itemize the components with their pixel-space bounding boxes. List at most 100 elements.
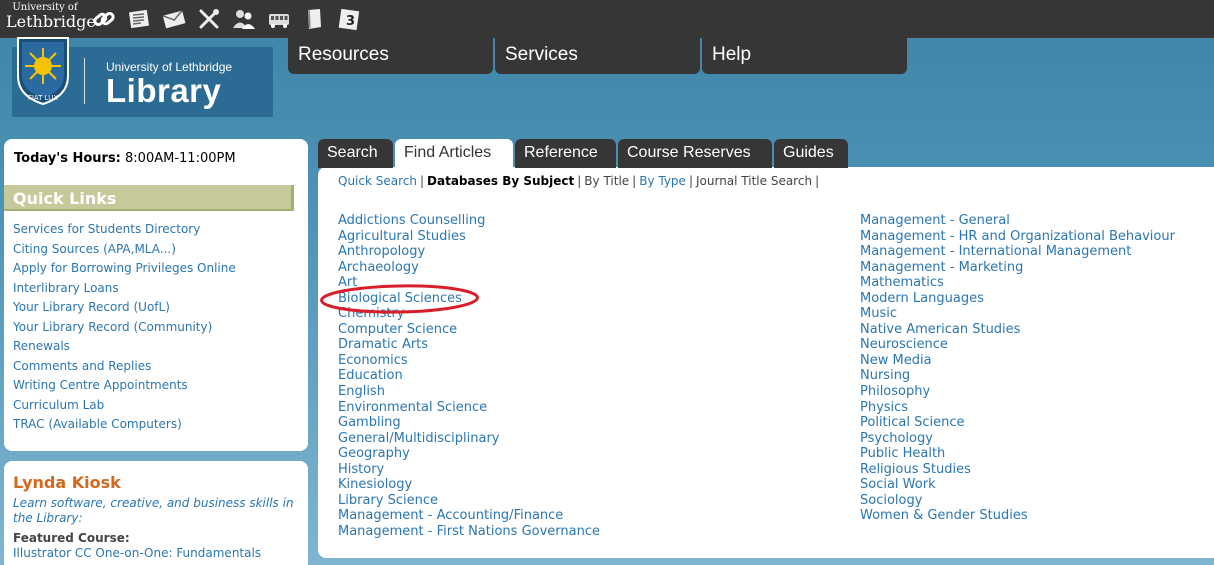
subject-link[interactable]: Library Science [338, 493, 600, 509]
subnav-by-type[interactable]: By Type [639, 174, 686, 188]
subject-link[interactable]: Political Science [860, 415, 1175, 431]
tab-find-articles[interactable]: Find Articles [395, 139, 513, 169]
subject-link[interactable]: Education [338, 368, 600, 384]
book-icon[interactable] [302, 7, 326, 31]
subject-link[interactable]: Religious Studies [860, 462, 1175, 478]
subject-link[interactable]: Physics [860, 400, 1175, 416]
subject-link[interactable]: Management - International Management [860, 244, 1175, 260]
tab-label: Reference [524, 144, 598, 161]
subnav-separator: | [632, 174, 637, 188]
quick-link[interactable]: TRAC (Available Computers) [13, 417, 236, 437]
newspaper-icon[interactable] [127, 7, 151, 31]
quick-link[interactable]: Writing Centre Appointments [13, 378, 236, 398]
subnav-separator: | [815, 174, 820, 188]
tab-course-reserves[interactable]: Course Reserves [618, 139, 772, 168]
tab-label: Guides [783, 144, 834, 161]
kiosk-featured-course[interactable]: Illustrator CC One-on-One: Fundamentals [13, 546, 261, 560]
calendar-day: 3 [346, 14, 355, 29]
subnav-by-title[interactable]: By Title [584, 174, 629, 188]
subject-link[interactable]: Sociology [860, 493, 1175, 509]
subject-link[interactable]: Dramatic Arts [338, 337, 600, 353]
quick-links-title: Quick Links [13, 189, 117, 208]
tool-icons: 3 [92, 7, 361, 31]
tab-guides[interactable]: Guides [774, 139, 848, 168]
university-wordmark[interactable]: University of Lethbridge [6, 3, 96, 31]
subject-link[interactable]: Archaeology [338, 260, 600, 276]
subject-link[interactable]: Social Work [860, 477, 1175, 493]
quick-link[interactable]: Renewals [13, 339, 236, 359]
subnav-databases-by-subject[interactable]: Databases By Subject [427, 174, 574, 188]
subject-link[interactable]: Management - First Nations Governance [338, 524, 600, 540]
tab-search[interactable]: Search [318, 139, 393, 168]
subject-link[interactable]: Management - General [860, 213, 1175, 229]
tab-label: Course Reserves [627, 144, 751, 161]
nav-resources-label: Resources [298, 44, 389, 65]
subject-link[interactable]: Public Health [860, 446, 1175, 462]
hours-value: 8:00AM-11:00PM [125, 151, 236, 166]
subject-link[interactable]: Geography [338, 446, 600, 462]
lynda-kiosk-panel: Lynda Kiosk Learn software, creative, an… [4, 461, 308, 565]
subnav-separator: | [577, 174, 582, 188]
subnav-separator: | [419, 174, 425, 188]
subject-link[interactable]: Native American Studies [860, 322, 1175, 338]
nav-services[interactable]: Services [495, 38, 700, 74]
quick-link[interactable]: Apply for Borrowing Privileges Online [13, 261, 236, 281]
subnav-separator: | [688, 174, 693, 188]
nav-help[interactable]: Help [702, 38, 907, 74]
subject-link[interactable]: Philosophy [860, 384, 1175, 400]
tab-label: Search [327, 144, 378, 161]
quick-links-panel: Today's Hours: 8:00AM-11:00PM Quick Link… [4, 139, 308, 451]
wordmark-big: Lethbridge [6, 12, 96, 31]
quick-link[interactable]: Your Library Record (Community) [13, 320, 236, 340]
subject-link[interactable]: English [338, 384, 600, 400]
subject-link[interactable]: Management - Marketing [860, 260, 1175, 276]
subject-link[interactable]: Nursing [860, 368, 1175, 384]
subject-link[interactable]: New Media [860, 353, 1175, 369]
quick-link[interactable]: Citing Sources (APA,MLA...) [13, 242, 236, 262]
subject-link[interactable]: Management - HR and Organizational Behav… [860, 229, 1175, 245]
subject-link[interactable]: Management - Accounting/Finance [338, 508, 600, 524]
subject-link[interactable]: Environmental Science [338, 400, 600, 416]
tab-reference[interactable]: Reference [515, 139, 616, 168]
quick-link[interactable]: Your Library Record (UofL) [13, 300, 236, 320]
shield-motto: FIAT LUX [28, 94, 59, 102]
people-icon[interactable] [232, 7, 256, 31]
kiosk-title[interactable]: Lynda Kiosk [13, 473, 121, 492]
subject-link[interactable]: Chemistry [338, 306, 600, 322]
subject-link[interactable]: Economics [338, 353, 600, 369]
subject-link[interactable]: Kinesiology [338, 477, 600, 493]
subject-link[interactable]: Neuroscience [860, 337, 1175, 353]
subject-link[interactable]: Women & Gender Studies [860, 508, 1175, 524]
quick-link[interactable]: Interlibrary Loans [13, 281, 236, 301]
subject-link[interactable]: General/Multidisciplinary [338, 431, 600, 447]
quick-link[interactable]: Services for Students Directory [13, 222, 236, 242]
top-toolbar: University of Lethbridge 3 [0, 0, 1214, 38]
subject-link[interactable]: Music [860, 306, 1175, 322]
subnav-journal-title-search[interactable]: Journal Title Search [696, 174, 812, 188]
bus-icon[interactable] [267, 7, 291, 31]
nav-help-label: Help [712, 44, 752, 65]
subject-link[interactable]: Gambling [338, 415, 600, 431]
subject-link[interactable]: Mathematics [860, 275, 1175, 291]
subject-link[interactable]: Psychology [860, 431, 1175, 447]
subject-link[interactable]: Art [338, 275, 600, 291]
subject-link-biological-sciences[interactable]: Biological Sciences [338, 291, 600, 307]
subject-link[interactable]: Computer Science [338, 322, 600, 338]
kiosk-description: Learn software, creative, and business s… [13, 496, 294, 525]
subject-link[interactable]: Agricultural Studies [338, 229, 600, 245]
shield-icon: FIAT LUX [17, 37, 69, 106]
mail-icon[interactable] [162, 7, 186, 31]
subject-link[interactable]: History [338, 462, 600, 478]
subject-link[interactable]: Anthropology [338, 244, 600, 260]
nav-resources[interactable]: Resources [288, 38, 493, 74]
quick-link[interactable]: Curriculum Lab [13, 398, 236, 418]
quick-link[interactable]: Comments and Replies [13, 359, 236, 379]
subject-list-right: Management - General Management - HR and… [860, 213, 1175, 524]
subject-link[interactable]: Addictions Counselling [338, 213, 600, 229]
calendar-icon[interactable]: 3 [337, 7, 361, 31]
link-icon[interactable] [92, 7, 116, 31]
subnav-quick-search[interactable]: Quick Search [338, 174, 417, 188]
quick-links-header: Quick Links [4, 185, 294, 211]
tools-icon[interactable] [197, 7, 221, 31]
subject-link[interactable]: Modern Languages [860, 291, 1175, 307]
